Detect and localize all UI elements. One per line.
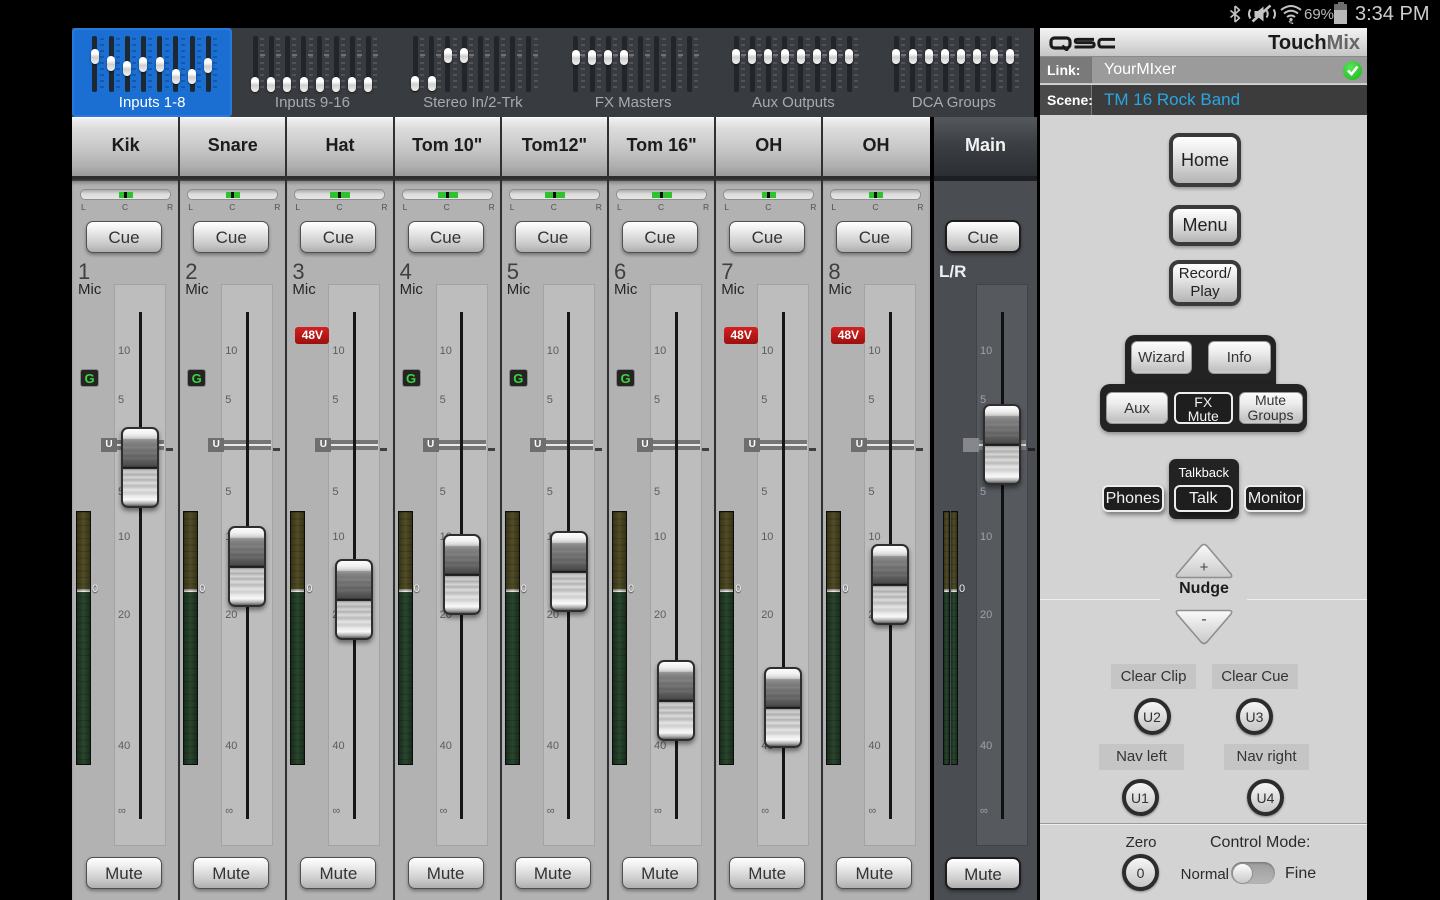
svg-text:-: - bbox=[1201, 611, 1206, 628]
svg-text:+: + bbox=[1200, 559, 1209, 576]
